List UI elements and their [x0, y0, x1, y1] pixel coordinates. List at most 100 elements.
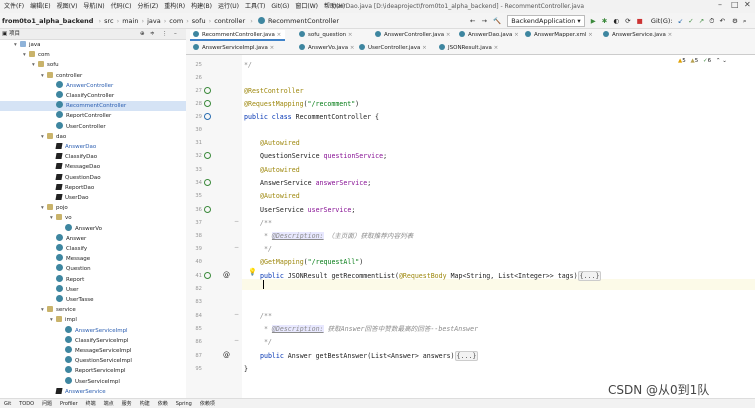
options-icon[interactable]: ⋮	[162, 29, 168, 40]
tree-item[interactable]: MessageServiceImpl	[59, 346, 131, 356]
editor-tab[interactable]: AnswerController.java ×	[372, 30, 454, 41]
breadcrumb-item[interactable]: com	[169, 17, 183, 25]
tree-item[interactable]: User	[50, 284, 79, 295]
tool-window-button[interactable]: Spring	[176, 401, 192, 407]
tool-window-button[interactable]: 依赖项	[200, 401, 215, 407]
tree-item[interactable]: Message	[50, 254, 90, 264]
tree-item[interactable]: Report	[50, 274, 84, 285]
stop-icon[interactable]: ■	[637, 17, 643, 25]
run-config-select[interactable]: BackendApplication ▾	[507, 15, 585, 27]
project-panel-title[interactable]: 项目	[9, 31, 20, 37]
menu-item[interactable]: 运行(U)	[218, 3, 239, 10]
profile-icon[interactable]: ⟳	[625, 17, 630, 25]
tab-close-icon[interactable]: ×	[492, 45, 499, 51]
expand-icon[interactable]: ≑	[150, 29, 155, 40]
down-arrow-icon[interactable]: ⌄	[722, 58, 727, 64]
menu-item[interactable]: 重构(R)	[164, 3, 185, 10]
tree-item[interactable]: MessageDao	[50, 162, 100, 172]
git-commit-icon[interactable]: ✓	[688, 17, 693, 25]
tree-item[interactable]: ▾ pojo	[41, 203, 68, 213]
tree-item[interactable]: ReportDao	[50, 183, 94, 193]
menu-item[interactable]: 导航(N)	[83, 3, 104, 10]
tree-item[interactable]: UserDao	[50, 193, 89, 203]
editor-tab[interactable]: AnswerMapper.xml ×	[522, 30, 597, 41]
editor-tab[interactable]: sofu_question ×	[296, 30, 357, 41]
spring-bean-icon[interactable]	[204, 152, 211, 159]
editor-tab[interactable]: AnswerServiceImpl.java ×	[190, 43, 278, 54]
settings-icon[interactable]: ⚙	[732, 17, 738, 25]
tree-item[interactable]: ▾ com	[23, 50, 50, 60]
menu-item[interactable]: 分析(Z)	[137, 3, 158, 10]
history-icon[interactable]: ⏱	[709, 17, 714, 25]
fold-marker-icon[interactable]: −	[234, 337, 239, 344]
menu-item[interactable]: 工具(T)	[245, 3, 265, 10]
tree-item[interactable]: QuestionDao	[50, 173, 101, 183]
tool-window-button[interactable]: 构建	[140, 401, 150, 407]
tool-window-button[interactable]: 端点	[104, 401, 114, 407]
tree-item[interactable]: ClassifyDao	[50, 152, 97, 162]
tree-item[interactable]: UserServiceImpl	[59, 376, 120, 387]
tree-item[interactable]: AnswerController	[50, 80, 113, 91]
tab-close-icon[interactable]: ×	[268, 45, 275, 51]
collapse-all-icon[interactable]: ⊕	[140, 29, 145, 40]
tree-item[interactable]: ClassifyServiceImpl	[59, 335, 128, 346]
inspection-indicators[interactable]: ▲5 ▲5 ✓6 ⌃ ⌄	[678, 57, 727, 65]
tool-window-button[interactable]: 服务	[122, 401, 132, 407]
tree-item[interactable]: ReportServiceImpl	[59, 366, 126, 376]
tab-close-icon[interactable]: ×	[275, 32, 282, 38]
breadcrumb-item[interactable]: src	[104, 17, 114, 25]
tree-item[interactable]: AnswerService	[50, 387, 106, 397]
spring-bean-icon[interactable]	[204, 206, 211, 213]
tree-item[interactable]: ▾ dao	[41, 132, 66, 142]
breadcrumb-item[interactable]: controller	[214, 17, 245, 25]
tab-close-icon[interactable]: ×	[586, 32, 593, 38]
tool-window-button[interactable]: 问题	[42, 401, 52, 407]
intention-bulb-icon[interactable]: 💡	[248, 268, 257, 276]
tab-close-icon[interactable]: ×	[512, 32, 519, 38]
fold-marker-icon[interactable]: −	[234, 311, 239, 318]
tree-item[interactable]: ▾ vo	[50, 213, 72, 223]
editor-tab[interactable]: AnswerDao.java ×	[456, 30, 523, 41]
tool-window-button[interactable]: TODO	[19, 401, 34, 407]
spring-bean-icon[interactable]	[204, 272, 211, 279]
tab-close-icon[interactable]: ×	[666, 32, 673, 38]
menu-item[interactable]: 代码(C)	[111, 3, 132, 10]
tree-item[interactable]: ▾ sofu	[32, 60, 59, 70]
breadcrumb-current[interactable]: RecommentController	[268, 17, 339, 25]
tree-item[interactable]: ▾ service	[41, 305, 76, 315]
tool-window-button[interactable]: Git	[4, 401, 11, 407]
menu-item[interactable]: 构建(B)	[191, 3, 212, 10]
spring-bean-icon[interactable]	[204, 179, 211, 186]
close-icon[interactable]: ✕	[744, 0, 751, 9]
editor-tab[interactable]: RecommentController.java ×	[190, 30, 286, 41]
git-update-icon[interactable]: ↙	[678, 17, 683, 25]
editor-tab[interactable]: AnswerService.java ×	[600, 30, 676, 41]
breadcrumb-project[interactable]: from0to1_alpha_backend	[2, 17, 93, 25]
tab-close-icon[interactable]: ×	[444, 32, 451, 38]
menu-item[interactable]: 窗口(W)	[295, 3, 318, 10]
tree-item[interactable]: AnswerServiceImpl	[59, 325, 128, 336]
tree-item[interactable]: ▾ impl	[50, 315, 77, 325]
tool-window-button[interactable]: 终端	[86, 401, 96, 407]
tool-window-button[interactable]: Profiler	[60, 401, 78, 407]
spring-bean-icon[interactable]	[204, 100, 211, 107]
coverage-icon[interactable]: ◐	[613, 17, 619, 25]
minimize-icon[interactable]: –	[718, 0, 722, 9]
breadcrumb-item[interactable]: java	[147, 17, 161, 25]
menu-item[interactable]: 文件(F)	[4, 3, 24, 10]
tab-close-icon[interactable]: ×	[346, 32, 353, 38]
search-icon[interactable]: ⌕	[743, 17, 747, 25]
tree-item[interactable]: AnswerVo	[59, 223, 102, 234]
tree-item[interactable]: ClassifyController	[50, 91, 114, 101]
implementation-icon[interactable]: @	[223, 271, 230, 279]
tree-item[interactable]: QuestionServiceImpl	[59, 356, 132, 366]
forward-icon[interactable]: →	[482, 17, 487, 25]
up-arrow-icon[interactable]: ⌃	[716, 58, 721, 64]
breadcrumb-item[interactable]: main	[122, 17, 138, 25]
editor-tab[interactable]: UserController.java ×	[356, 43, 431, 54]
tree-item[interactable]: Question	[50, 264, 91, 274]
editor-tab[interactable]: JSONResult.java ×	[436, 43, 502, 54]
tree-item[interactable]: ▾ java	[14, 40, 41, 50]
hide-panel-icon[interactable]: –	[174, 29, 177, 40]
back-icon[interactable]: ←	[470, 17, 475, 25]
